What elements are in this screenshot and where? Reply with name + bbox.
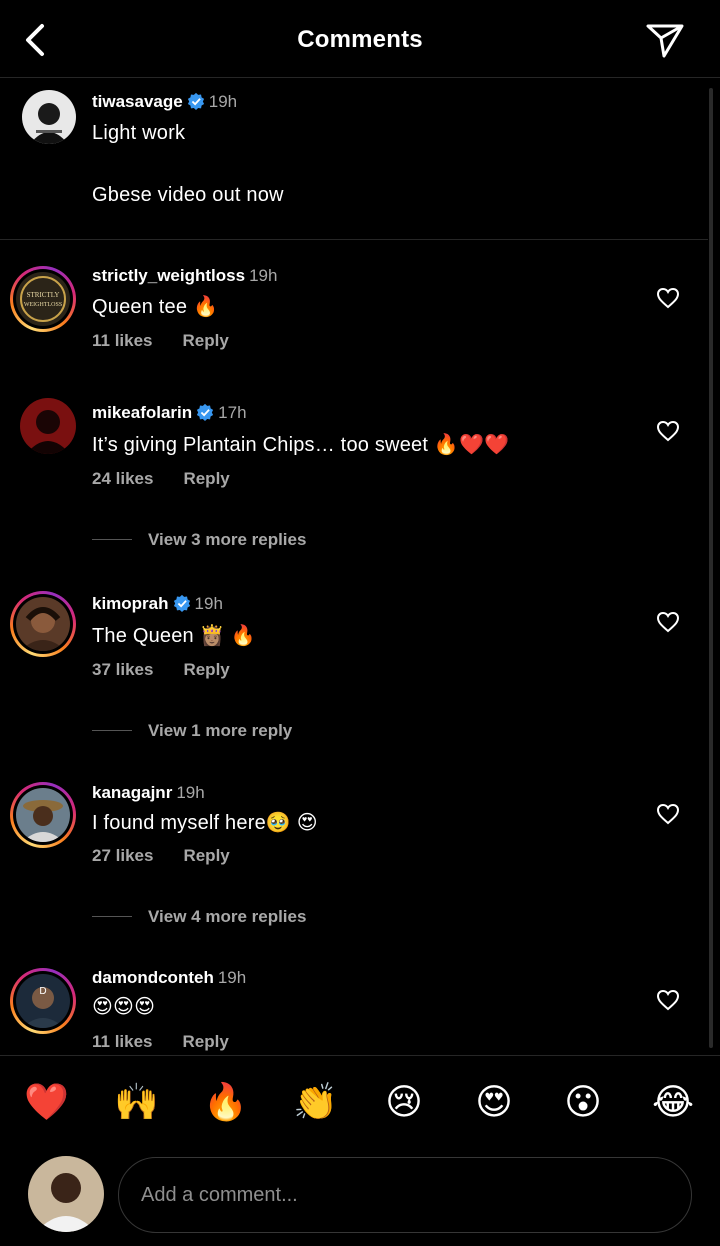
share-button[interactable]	[644, 20, 686, 60]
heart-icon[interactable]	[656, 803, 680, 825]
comment-item: mikeafolarin 17h It’s giving Plantain Chi…	[0, 390, 708, 580]
emoji-fire-button[interactable]: 🔥	[203, 1080, 248, 1124]
comment-item: STRICTLY WEIGHTLOSS strictly_weightloss 19…	[0, 240, 708, 390]
emoji-raising-hands-button[interactable]: 🙌	[114, 1080, 159, 1124]
comment-time: 19h	[194, 594, 223, 613]
view-more-replies-button[interactable]: View 4 more replies	[92, 907, 306, 927]
comment-time: 19h	[249, 266, 278, 285]
paper-plane-icon	[646, 24, 684, 58]
verified-badge-icon	[197, 403, 214, 421]
comment-username[interactable]: kanagajnr	[92, 783, 172, 802]
comment-username[interactable]: mikeafolarin	[92, 403, 192, 422]
comment-item: D damondconteh 19h 😍😍😍 11 likes Reply	[0, 960, 708, 1055]
comment-username[interactable]: strictly_weightloss	[92, 266, 245, 285]
quick-emoji-bar: ❤️ 🙌 🔥 👏 😢 😍 😮 😂	[0, 1055, 720, 1147]
reply-button[interactable]: Reply	[183, 469, 229, 488]
view-more-label: View 4 more replies	[148, 907, 307, 926]
heart-icon[interactable]	[656, 420, 680, 442]
emoji-surprised-button[interactable]: 😮	[561, 1080, 605, 1124]
page-title: Comments	[297, 26, 423, 53]
comment-item: kanagajnr 19h I found myself here🥹 😍 27 l…	[0, 770, 708, 960]
likes-count[interactable]: 24 likes	[92, 469, 153, 488]
comment-username[interactable]: kimoprah	[92, 594, 169, 613]
comment-time: 19h	[176, 783, 205, 802]
reply-button[interactable]: Reply	[183, 331, 229, 350]
view-more-label: View 3 more replies	[148, 530, 307, 549]
svg-text:STRICTLY: STRICTLY	[27, 291, 60, 299]
likes-count[interactable]: 37 likes	[92, 660, 153, 679]
emoji-heart-eyes-button[interactable]: 😍	[472, 1080, 516, 1124]
comment-text: It’s giving Plantain Chips… too sweet 🔥❤…	[92, 434, 510, 456]
caption-text-line1: Light work	[92, 122, 186, 144]
comment-input[interactable]	[118, 1157, 692, 1233]
likes-count[interactable]: 11 likes	[92, 331, 153, 350]
avatar[interactable]: STRICTLY WEIGHTLOSS	[10, 266, 76, 332]
avatar[interactable]	[22, 90, 76, 144]
caption-time: 19h	[208, 92, 238, 111]
avatar[interactable]	[10, 782, 76, 848]
comment-time: 19h	[217, 968, 247, 987]
verified-badge-icon	[173, 594, 190, 612]
verified-badge-icon	[187, 92, 204, 110]
comment-text: The Queen 👸🏽 🔥	[92, 625, 256, 647]
avatar[interactable]	[10, 591, 76, 657]
comment-item: kimoprah 19h The Queen 👸🏽 🔥 37 likes Reply…	[0, 580, 708, 770]
caption-username[interactable]: tiwasavage	[92, 92, 183, 111]
heart-icon[interactable]	[656, 989, 680, 1011]
view-more-label: View 1 more reply	[148, 721, 293, 740]
avatar[interactable]	[20, 398, 76, 454]
likes-count[interactable]: 27 likes	[92, 846, 153, 865]
avatar[interactable]: D	[10, 968, 76, 1034]
comment-text: Queen tee 🔥	[92, 296, 219, 318]
reply-button[interactable]: Reply	[183, 1032, 229, 1051]
comment-username[interactable]: damondconteh	[92, 968, 214, 987]
header-bar: Comments	[0, 0, 720, 78]
emoji-crying-button[interactable]: 😢	[382, 1080, 426, 1124]
comment-text: 😍😍😍	[92, 996, 156, 1018]
heart-icon[interactable]	[656, 611, 680, 633]
view-more-replies-button[interactable]: View 1 more reply	[92, 721, 292, 741]
emoji-laughing-button[interactable]: 😂	[651, 1080, 695, 1124]
emoji-clapping-button[interactable]: 👏	[293, 1080, 338, 1124]
svg-text:D: D	[39, 986, 46, 997]
heart-icon[interactable]	[656, 287, 680, 309]
view-more-replies-button[interactable]: View 3 more replies	[92, 530, 306, 550]
comment-text: I found myself here🥹 😍	[92, 812, 318, 834]
svg-text:WEIGHTLOSS: WEIGHTLOSS	[24, 302, 62, 308]
reply-button[interactable]: Reply	[183, 846, 229, 865]
post-caption: tiwasavage 19h Light work Gbese video out…	[0, 78, 708, 240]
caption-text-line2: Gbese video out now	[92, 184, 284, 206]
comment-time: 17h	[218, 403, 247, 422]
likes-count[interactable]: 11 likes	[92, 1032, 153, 1051]
reply-button[interactable]: Reply	[183, 660, 229, 679]
avatar[interactable]	[28, 1156, 104, 1232]
emoji-red-heart-button[interactable]: ❤️	[24, 1080, 69, 1124]
scrollbar[interactable]	[709, 88, 713, 1048]
